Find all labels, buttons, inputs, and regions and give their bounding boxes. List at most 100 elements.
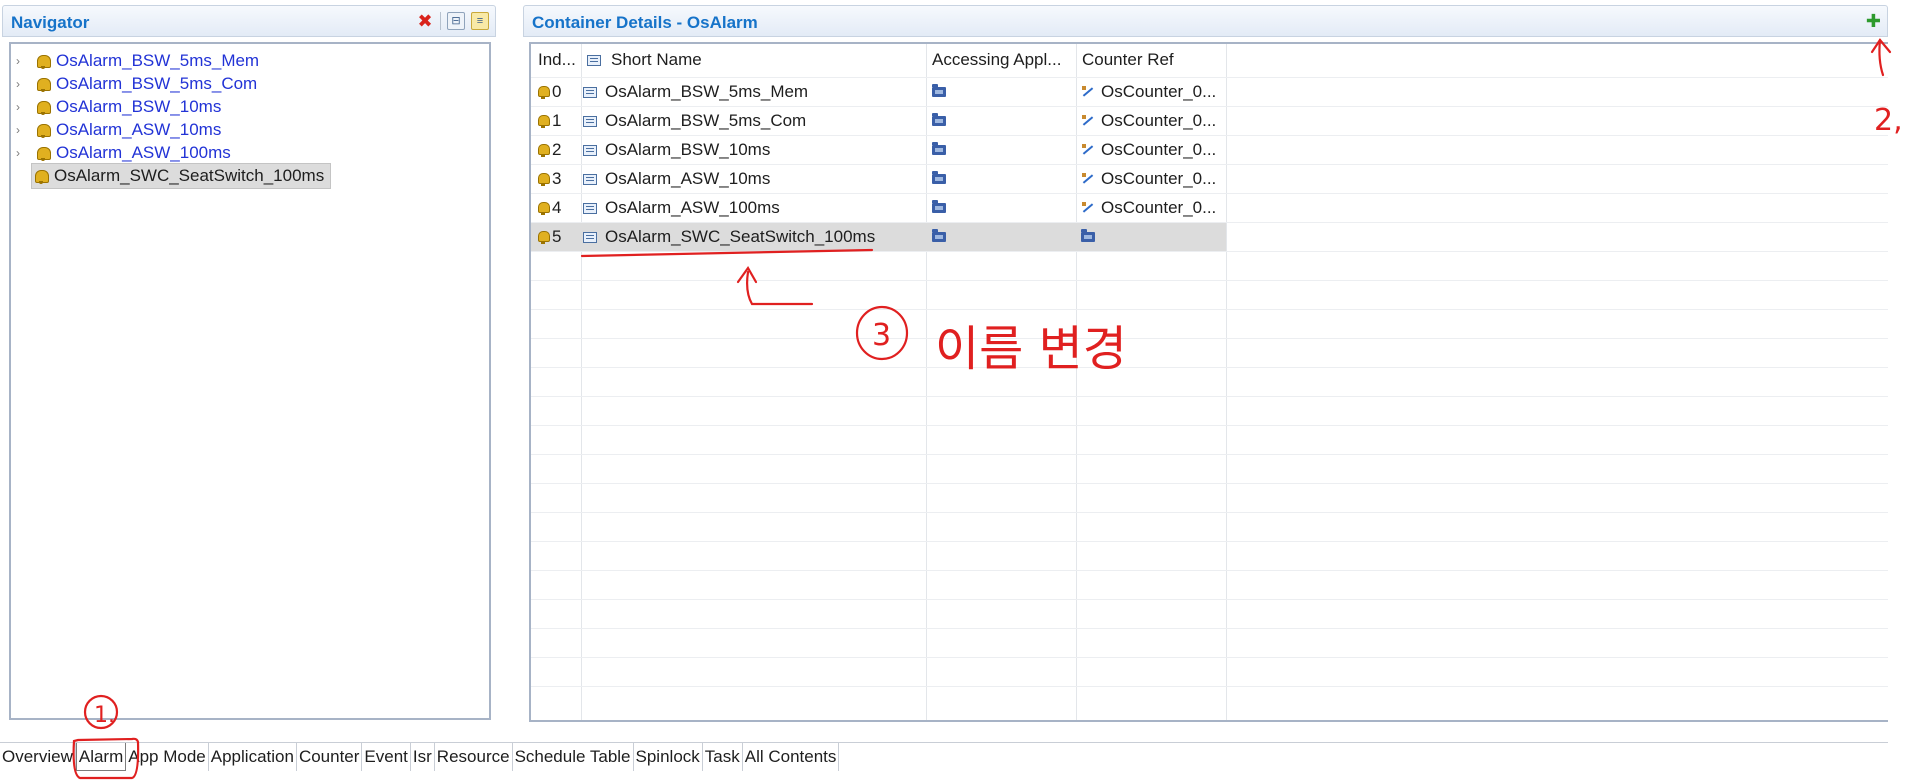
link-editor-icon[interactable]: ≡ xyxy=(471,12,489,30)
tab-alarm[interactable]: Alarm xyxy=(75,743,127,771)
table-cell-index[interactable]: 4 xyxy=(537,194,561,222)
tab-all-contents[interactable]: All Contents xyxy=(743,743,840,771)
tree-item-label: OsAlarm_ASW_10ms xyxy=(56,120,222,139)
navigator-toolbar: ✖ ⊟ ≡ xyxy=(416,12,489,30)
table-cell-short-name[interactable]: OsAlarm_ASW_10ms xyxy=(583,165,770,193)
table-cell-counter-ref[interactable]: OsCounter_0... xyxy=(1081,78,1216,106)
alarm-bell-icon xyxy=(537,114,550,128)
table-cell-counter-ref[interactable] xyxy=(1081,223,1095,251)
folder-reference-icon xyxy=(932,229,946,242)
table-cell-short-name[interactable]: OsAlarm_BSW_10ms xyxy=(583,136,770,164)
alarm-bell-icon xyxy=(537,85,550,99)
counter-icon xyxy=(1081,85,1095,99)
table-cell-index[interactable]: 3 xyxy=(537,165,561,193)
column-divider[interactable] xyxy=(926,44,927,720)
alarm-bell-icon xyxy=(36,145,51,161)
column-header-accessing-application[interactable]: Accessing Appl... xyxy=(932,50,1061,70)
table-cell-short-name[interactable]: OsAlarm_ASW_100ms xyxy=(583,194,780,222)
table-cell-index[interactable]: 1 xyxy=(537,107,561,135)
table-cell-accessing-application[interactable] xyxy=(932,223,946,251)
tab-resource[interactable]: Resource xyxy=(435,743,513,771)
chevron-right-icon[interactable]: › xyxy=(16,100,30,114)
chevron-right-icon[interactable]: › xyxy=(16,123,30,137)
collapse-all-icon[interactable]: ⊟ xyxy=(447,12,465,30)
cell-text: OsAlarm_ASW_100ms xyxy=(605,198,780,217)
cell-text: OsCounter_0... xyxy=(1101,169,1217,188)
column-header-counter-ref[interactable]: Counter Ref xyxy=(1082,50,1174,70)
navigator-tree[interactable]: › OsAlarm_BSW_5ms_Mem › OsAlarm_BSW_5ms_… xyxy=(9,42,491,720)
cell-text: OsCounter_0... xyxy=(1101,140,1217,159)
alarm-bell-icon xyxy=(537,172,550,186)
tab-schedule-table[interactable]: Schedule Table xyxy=(513,743,634,771)
table-cell-counter-ref[interactable]: OsCounter_0... xyxy=(1081,194,1216,222)
chevron-right-icon[interactable]: › xyxy=(16,54,30,68)
tab-event[interactable]: Event xyxy=(362,743,411,771)
counter-icon xyxy=(1081,114,1095,128)
column-divider[interactable] xyxy=(1226,44,1227,720)
row-divider xyxy=(531,425,1888,426)
cell-text: OsCounter_0... xyxy=(1101,198,1217,217)
tree-item-label: OsAlarm_BSW_5ms_Com xyxy=(56,74,258,93)
details-table[interactable]: Ind... Short Name Accessing Appl... Coun… xyxy=(529,42,1888,722)
cell-text: OsAlarm_SWC_SeatSwitch_100ms xyxy=(605,227,876,246)
alarm-bell-icon xyxy=(36,53,51,69)
tab-application[interactable]: Application xyxy=(209,743,297,771)
cell-text: OsAlarm_BSW_10ms xyxy=(605,140,771,159)
table-cell-accessing-application[interactable] xyxy=(932,194,946,222)
table-cell-index[interactable]: 0 xyxy=(537,78,561,106)
row-divider xyxy=(531,280,1888,281)
tab-isr[interactable]: Isr xyxy=(411,743,435,771)
table-cell-accessing-application[interactable] xyxy=(932,107,946,135)
table-cell-counter-ref[interactable]: OsCounter_0... xyxy=(1081,165,1216,193)
column-divider[interactable] xyxy=(581,44,582,720)
row-divider xyxy=(531,570,1888,571)
column-divider[interactable] xyxy=(1076,44,1077,720)
table-cell-counter-ref[interactable]: OsCounter_0... xyxy=(1081,136,1216,164)
table-cell-short-name[interactable]: OsAlarm_BSW_5ms_Mem xyxy=(583,78,808,106)
table-cell-index[interactable]: 5 xyxy=(537,223,561,251)
short-name-icon xyxy=(583,86,597,98)
tree-item-label: OsAlarm_ASW_100ms xyxy=(56,143,231,162)
add-icon[interactable]: ✚ xyxy=(1866,11,1881,32)
row-divider xyxy=(531,396,1888,397)
table-cell-short-name[interactable]: OsAlarm_BSW_5ms_Com xyxy=(583,107,806,135)
cell-text: 1 xyxy=(552,111,562,130)
cell-text: 2 xyxy=(552,140,562,159)
tab-spinlock[interactable]: Spinlock xyxy=(634,743,703,771)
cell-text: 0 xyxy=(552,82,562,101)
alarm-bell-icon xyxy=(537,143,550,157)
close-icon[interactable]: ✖ xyxy=(416,12,434,30)
tab-counter[interactable]: Counter xyxy=(297,743,363,771)
short-name-icon xyxy=(583,144,597,156)
table-cell-short-name[interactable]: OsAlarm_SWC_SeatSwitch_100ms xyxy=(583,223,875,251)
table-cell-accessing-application[interactable] xyxy=(932,136,946,164)
table-cell-index[interactable]: 2 xyxy=(537,136,561,164)
column-header-short-name[interactable]: Short Name xyxy=(587,50,702,70)
cell-text: OsAlarm_ASW_10ms xyxy=(605,169,771,188)
row-divider xyxy=(531,454,1888,455)
row-divider xyxy=(531,657,1888,658)
table-cell-accessing-application[interactable] xyxy=(932,165,946,193)
short-name-icon xyxy=(583,231,597,243)
table-cell-counter-ref[interactable]: OsCounter_0... xyxy=(1081,107,1216,135)
tab-overview[interactable]: Overview xyxy=(0,743,76,771)
table-cell-accessing-application[interactable] xyxy=(932,78,946,106)
row-divider xyxy=(531,628,1888,629)
column-header-index[interactable]: Ind... xyxy=(538,50,576,70)
folder-reference-icon xyxy=(1081,229,1095,242)
chevron-right-icon[interactable]: › xyxy=(16,146,30,160)
cell-text: OsCounter_0... xyxy=(1101,82,1217,101)
navigator-title: Navigator xyxy=(11,13,90,32)
folder-reference-icon xyxy=(932,113,946,126)
cell-text: OsCounter_0... xyxy=(1101,111,1217,130)
chevron-right-icon[interactable]: › xyxy=(16,77,30,91)
tab-app-mode[interactable]: App Mode xyxy=(126,743,209,771)
tree-item-label: OsAlarm_BSW_5ms_Mem xyxy=(56,51,260,70)
cell-text: 3 xyxy=(552,169,562,188)
row-divider xyxy=(531,599,1888,600)
details-title: Container Details - OsAlarm xyxy=(532,13,758,32)
cell-text: OsAlarm_BSW_5ms_Com xyxy=(605,111,807,130)
row-divider xyxy=(531,483,1888,484)
tab-task[interactable]: Task xyxy=(703,743,743,771)
tree-item-selected[interactable]: OsAlarm_SWC_SeatSwitch_100ms xyxy=(31,163,332,189)
